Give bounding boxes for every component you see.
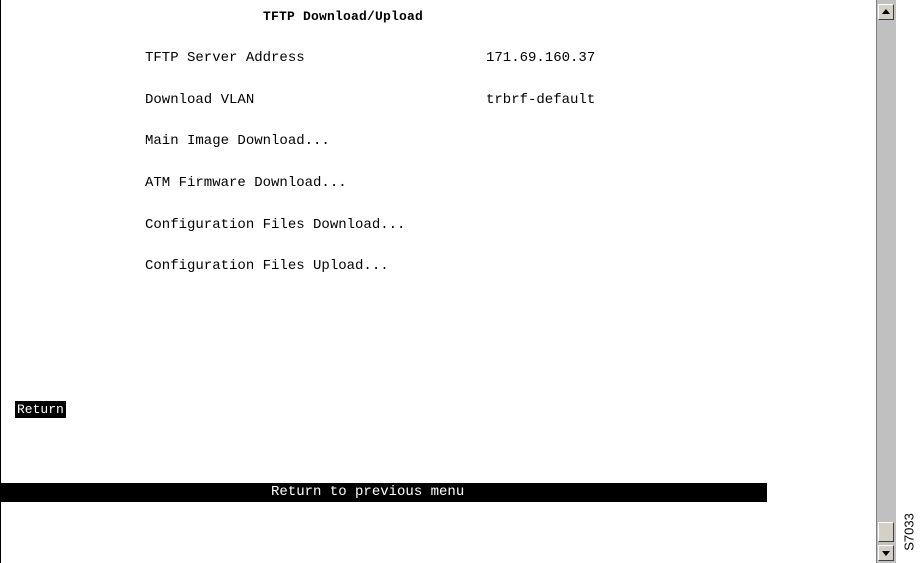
download-vlan-value: trbrf-default [486, 92, 596, 108]
terminal-screen: TFTP Download/Upload TFTP Server Address… [0, 0, 877, 563]
status-bar: Return to previous menu [1, 483, 767, 502]
status-bar-text: Return to previous menu [271, 484, 465, 500]
figure-id-text: S7033 [901, 512, 917, 551]
screen-title: TFTP Download/Upload [263, 9, 424, 24]
scroll-thumb[interactable] [878, 522, 894, 542]
scroll-up-button[interactable] [878, 4, 894, 20]
arrow-down-icon [882, 551, 890, 556]
figure-id-label: S7033 [896, 500, 922, 563]
return-menu-item[interactable]: Return [15, 401, 66, 418]
tftp-server-address-value: 171.69.160.37 [486, 50, 596, 66]
menu-item-atm-firmware-download[interactable]: ATM Firmware Download... [145, 175, 347, 191]
scroll-down-button[interactable] [878, 545, 894, 561]
vertical-scrollbar[interactable] [876, 0, 896, 563]
menu-item-download-vlan[interactable]: Download VLAN [145, 92, 254, 108]
menu-item-main-image-download[interactable]: Main Image Download... [145, 133, 330, 149]
menu-item-configuration-files-upload[interactable]: Configuration Files Upload... [145, 258, 389, 274]
menu-item-tftp-server-address[interactable]: TFTP Server Address [145, 50, 305, 66]
arrow-up-icon [882, 9, 890, 14]
menu-item-configuration-files-download[interactable]: Configuration Files Download... [145, 217, 405, 233]
